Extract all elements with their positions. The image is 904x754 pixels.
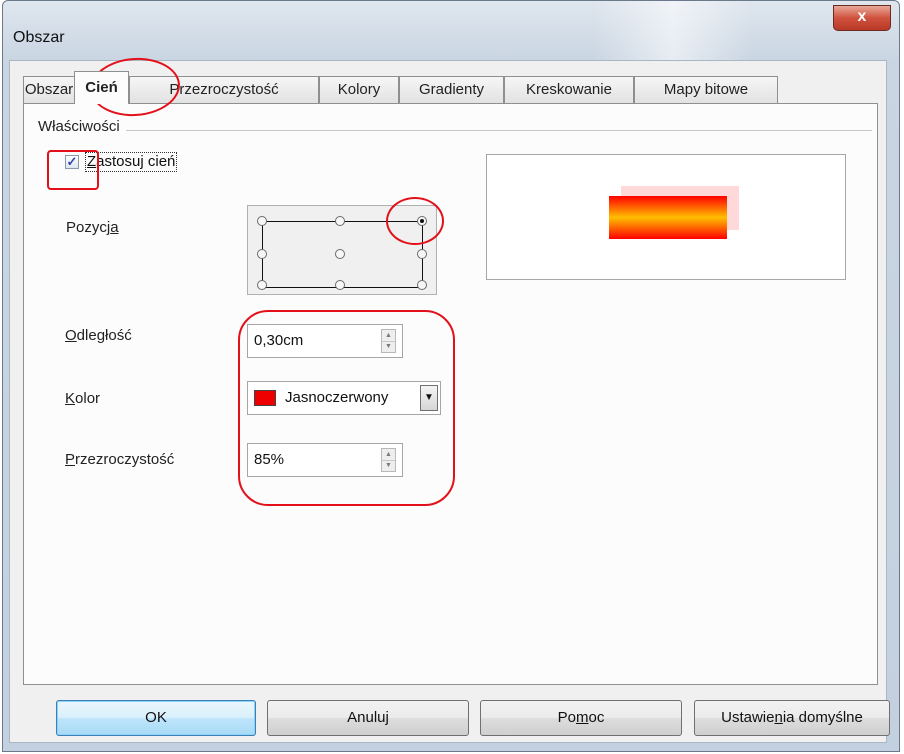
preview-object	[609, 196, 727, 239]
position-middle-left[interactable]	[257, 249, 267, 259]
tab-label: Przezroczystość	[169, 81, 279, 98]
cancel-button[interactable]: Anuluj	[267, 700, 469, 736]
tab-kreskowanie[interactable]: Kreskowanie	[504, 76, 634, 103]
position-top-center[interactable]	[335, 216, 345, 226]
help-button[interactable]: Pomoc	[480, 700, 682, 736]
ok-label: OK	[145, 709, 167, 726]
help-label: Pomoc	[557, 709, 605, 726]
color-label: Kolor	[65, 390, 101, 407]
position-middle-right[interactable]	[417, 249, 427, 259]
tab-cien[interactable]: Cień	[74, 71, 129, 104]
tab-label: Obszar	[24, 81, 74, 98]
window-title: Obszar	[13, 29, 65, 46]
position-label: Pozycja	[66, 219, 119, 236]
position-bottom-left[interactable]	[257, 280, 267, 290]
position-bottom-center[interactable]	[335, 280, 345, 290]
tab-label: Cień	[85, 79, 118, 96]
group-label: Właściwości	[38, 118, 126, 135]
position-top-left[interactable]	[257, 216, 267, 226]
tab-gradienty[interactable]: Gradienty	[399, 76, 504, 103]
position-bottom-right[interactable]	[417, 280, 427, 290]
tab-kolory[interactable]: Kolory	[319, 76, 399, 103]
tab-obszar[interactable]: Obszar	[23, 76, 75, 103]
group-separator	[38, 130, 872, 131]
annotation-box-fields	[238, 310, 455, 506]
tab-label: Kreskowanie	[526, 81, 612, 98]
close-button[interactable]: x	[833, 5, 891, 31]
distance-label: Odległość	[65, 327, 132, 344]
position-center[interactable]	[335, 249, 345, 259]
cancel-label: Anuluj	[347, 709, 389, 726]
annotation-circle-position	[386, 197, 444, 245]
transparency-label: Przezroczystość	[65, 451, 175, 468]
title-bar[interactable]: Obszar x	[3, 1, 899, 61]
ok-button[interactable]: OK	[56, 700, 256, 736]
defaults-button[interactable]: Ustawienia domyślne	[694, 700, 890, 736]
annotation-box-checkbox	[47, 150, 99, 190]
tab-label: Kolory	[337, 81, 381, 98]
tab-label: Gradienty	[418, 81, 485, 98]
title-bar-glare	[593, 1, 753, 61]
tab-mapy-bitowe[interactable]: Mapy bitowe	[634, 76, 778, 103]
defaults-label: Ustawienia domyślne	[721, 709, 863, 726]
close-icon: x	[857, 8, 867, 25]
tab-label: Mapy bitowe	[663, 81, 749, 98]
